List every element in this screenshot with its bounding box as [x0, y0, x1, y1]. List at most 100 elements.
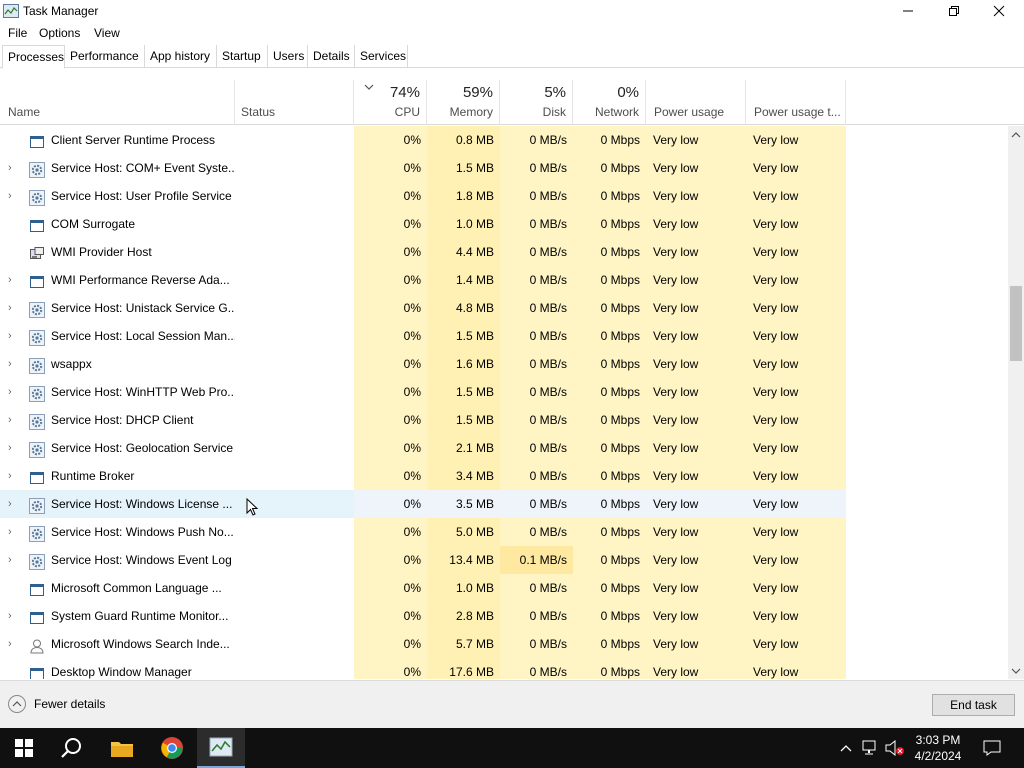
menu-file[interactable]: File — [8, 26, 27, 40]
process-row[interactable]: › Service Host: COM+ Event Syste... 0% 1.5 … — [0, 154, 1008, 182]
show-hidden-icons-button[interactable] — [837, 728, 855, 768]
process-row[interactable]: › Service Host: Windows Push No... 0% 5.0 M… — [0, 518, 1008, 546]
tab-app-history[interactable]: App history — [145, 45, 217, 68]
process-disk: 0 MB/s — [500, 210, 573, 238]
column-disk[interactable]: 5% Disk — [500, 80, 573, 125]
expand-chevron-icon[interactable]: › — [8, 266, 18, 294]
process-row[interactable]: › Service Host: DHCP Client 0% 1.5 MB 0 MB/s… — [0, 406, 1008, 434]
scrollbar-thumb[interactable] — [1010, 286, 1022, 361]
column-memory[interactable]: 59% Memory — [427, 80, 500, 125]
column-cpu[interactable]: 74% CPU — [354, 80, 427, 125]
expand-chevron-icon[interactable]: › — [8, 518, 18, 546]
tab-users[interactable]: Users — [268, 45, 308, 68]
search-button[interactable] — [48, 728, 96, 768]
process-row[interactable]: Client Server Runtime Process 0% 0.8 MB 0 M… — [0, 126, 1008, 154]
tab-performance[interactable]: Performance — [65, 45, 145, 68]
end-task-button[interactable]: End task — [932, 694, 1015, 716]
expand-chevron-icon[interactable]: › — [8, 462, 18, 490]
expand-chevron-icon[interactable]: › — [8, 294, 18, 322]
expand-chevron-icon[interactable]: › — [8, 546, 18, 574]
process-row[interactable]: › Service Host: Geolocation Service 0% 2.1 … — [0, 434, 1008, 462]
process-status-cell — [235, 574, 354, 602]
scroll-up-button[interactable] — [1008, 126, 1024, 143]
process-disk: 0 MB/s — [500, 574, 573, 602]
process-network: 0 Mbps — [573, 406, 646, 434]
process-row[interactable]: › Runtime Broker 0% 3.4 MB 0 MB/s 0 Mbps Very … — [0, 462, 1008, 490]
process-row[interactable]: WMI Provider Host 0% 4.4 MB 0 MB/s 0 Mbps Ver… — [0, 238, 1008, 266]
close-button[interactable] — [976, 0, 1022, 22]
column-name[interactable]: Name — [0, 80, 235, 125]
process-power-usage-trend: Very low — [746, 154, 846, 182]
menu-options[interactable]: Options — [39, 26, 80, 40]
process-power-usage-trend: Very low — [746, 126, 846, 154]
volume-tray-button[interactable] — [884, 728, 906, 768]
system-clock[interactable]: 3:03 PM 4/2/2024 — [905, 732, 971, 764]
process-status-cell — [235, 266, 354, 294]
restore-icon — [949, 6, 959, 16]
process-status-cell — [235, 658, 354, 679]
restore-button[interactable] — [931, 0, 977, 22]
column-power-usage[interactable]: Power usage — [646, 80, 746, 125]
action-center-button[interactable] — [978, 728, 1006, 768]
process-row[interactable]: › wsappx 0% 1.6 MB 0 MB/s 0 Mbps Very low Very … — [0, 350, 1008, 378]
volume-muted-icon — [885, 740, 904, 756]
wmi-icon — [29, 244, 45, 260]
network-tray-button[interactable] — [860, 728, 882, 768]
process-row[interactable]: Desktop Window Manager 0% 17.6 MB 0 MB/s 0 M… — [0, 658, 1008, 679]
process-row[interactable]: › Service Host: Local Session Man... 0% 1.5… — [0, 322, 1008, 350]
process-cpu: 0% — [354, 266, 427, 294]
process-row[interactable]: › Service Host: Unistack Service G... 0% 4.… — [0, 294, 1008, 322]
expand-chevron-icon[interactable]: › — [8, 350, 18, 378]
process-name: Service Host: Local Session Man... — [51, 329, 235, 343]
process-status-cell — [235, 154, 354, 182]
process-memory: 13.4 MB — [427, 546, 500, 574]
expand-chevron-icon[interactable]: › — [8, 630, 18, 658]
process-cpu: 0% — [354, 434, 427, 462]
tab-services[interactable]: Services — [355, 45, 408, 68]
process-memory: 5.7 MB — [427, 630, 500, 658]
process-network: 0 Mbps — [573, 462, 646, 490]
expand-chevron-icon[interactable]: › — [8, 434, 18, 462]
expand-chevron-icon[interactable]: › — [8, 322, 18, 350]
process-cpu: 0% — [354, 406, 427, 434]
process-row[interactable]: COM Surrogate 0% 1.0 MB 0 MB/s 0 Mbps Very lo… — [0, 210, 1008, 238]
expand-chevron-icon[interactable]: › — [8, 378, 18, 406]
fewer-details-button[interactable]: Fewer details — [8, 695, 105, 713]
process-row[interactable]: › Service Host: User Profile Service 0% 1.8… — [0, 182, 1008, 210]
process-row[interactable]: › WMI Performance Reverse Ada... 0% 1.4 MB 0… — [0, 266, 1008, 294]
chrome-button[interactable] — [148, 728, 196, 768]
expand-chevron-icon[interactable]: › — [8, 490, 18, 518]
process-power-usage: Very low — [646, 266, 746, 294]
footer-bar: Fewer details End task — [0, 680, 1024, 728]
minimize-button[interactable] — [885, 0, 931, 22]
task-manager-taskbar-button[interactable] — [197, 728, 245, 768]
expand-chevron-icon[interactable]: › — [8, 182, 18, 210]
expand-chevron-icon[interactable]: › — [8, 406, 18, 434]
process-network: 0 Mbps — [573, 378, 646, 406]
scroll-down-button[interactable] — [1008, 662, 1024, 679]
expand-chevron-icon[interactable]: › — [8, 154, 18, 182]
file-explorer-button[interactable] — [98, 728, 146, 768]
process-row[interactable]: Microsoft Common Language ... 0% 1.0 MB 0 M… — [0, 574, 1008, 602]
vertical-scrollbar[interactable] — [1008, 126, 1024, 679]
process-row[interactable]: › Service Host: WinHTTP Web Pro... 0% 1.5 M… — [0, 378, 1008, 406]
start-button[interactable] — [0, 728, 48, 768]
process-row[interactable]: › Service Host: Windows Event Log 0% 13.4 M… — [0, 546, 1008, 574]
chrome-icon — [161, 737, 183, 759]
menu-view[interactable]: View — [94, 26, 120, 40]
tab-details[interactable]: Details — [308, 45, 355, 68]
tab-startup[interactable]: Startup — [217, 45, 268, 68]
process-power-usage-trend: Very low — [746, 210, 846, 238]
tab-processes[interactable]: Processes — [2, 45, 65, 69]
column-network[interactable]: 0% Network — [573, 80, 646, 125]
column-status[interactable]: Status — [235, 80, 354, 125]
expand-chevron-icon[interactable]: › — [8, 602, 18, 630]
process-row[interactable]: › Microsoft Windows Search Inde... 0% 5.7 M… — [0, 630, 1008, 658]
tab-strip: Processes Performance App history Startu… — [0, 45, 1024, 69]
gear-icon — [29, 160, 45, 178]
process-row[interactable]: › System Guard Runtime Monitor... 0% 2.8 MB… — [0, 602, 1008, 630]
column-power-usage-trend[interactable]: Power usage t... — [746, 80, 846, 125]
process-name: Desktop Window Manager — [51, 665, 192, 679]
process-row[interactable]: › Service Host: Windows License ... 0% 3.5 … — [0, 490, 1008, 518]
process-power-usage-trend: Very low — [746, 462, 846, 490]
